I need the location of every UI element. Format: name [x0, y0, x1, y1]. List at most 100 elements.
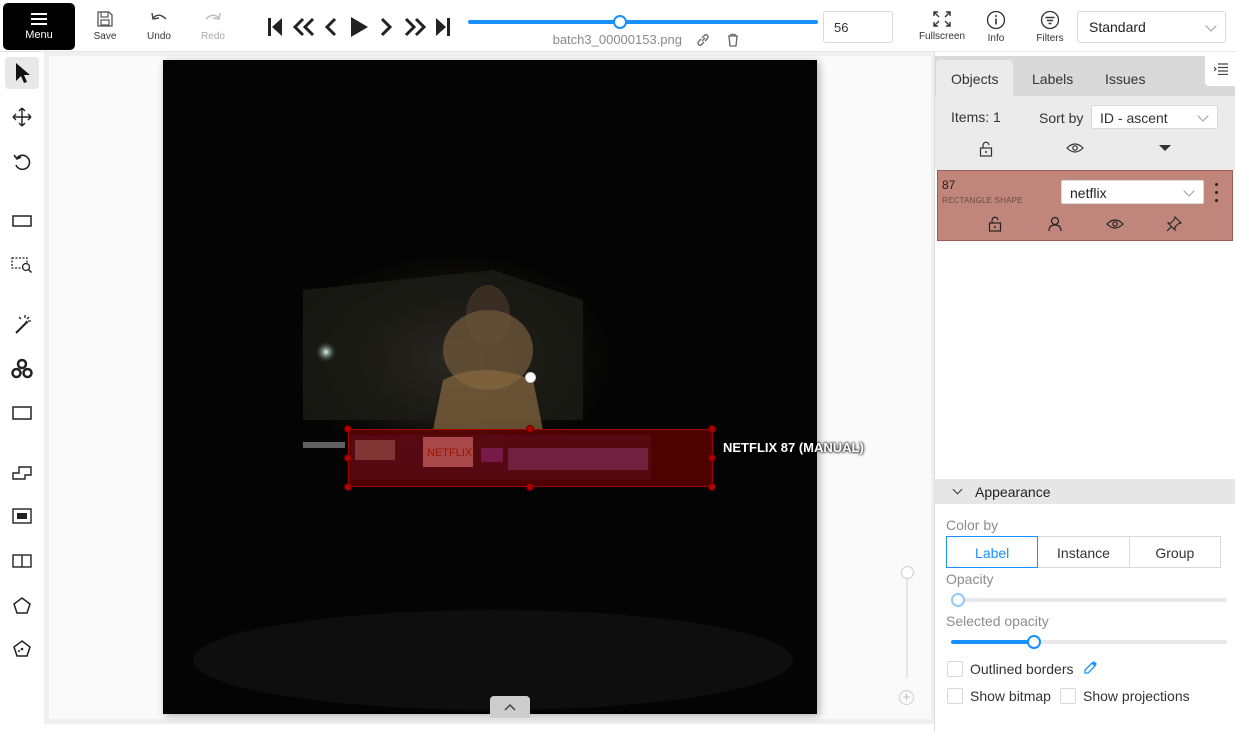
list-collapse-icon [1213, 63, 1228, 75]
outlined-borders-checkbox[interactable] [947, 661, 963, 677]
sort-select-value: ID - ascent [1100, 110, 1168, 126]
show-bitmap-checkbox[interactable] [947, 688, 963, 704]
info-icon [986, 10, 1006, 30]
fast-forward-icon[interactable] [402, 16, 428, 38]
group-tool[interactable] [5, 633, 39, 665]
show-projections-checkbox[interactable] [1060, 688, 1076, 704]
last-frame-icon[interactable] [434, 16, 452, 38]
move-tool[interactable] [5, 101, 39, 133]
first-frame-icon[interactable] [266, 16, 284, 38]
pin-icon[interactable] [1166, 216, 1182, 232]
user-icon[interactable] [1047, 216, 1063, 232]
resize-handle[interactable] [344, 454, 352, 462]
tab-objects[interactable]: Objects [936, 60, 1014, 96]
polygon-tool[interactable] [5, 456, 39, 488]
split-view-icon [12, 554, 32, 568]
tab-issues[interactable]: Issues [1090, 60, 1160, 96]
redo-button[interactable]: Redo [198, 10, 228, 42]
resize-handle[interactable] [708, 454, 716, 462]
play-icon[interactable] [348, 15, 370, 39]
resize-handle[interactable] [344, 425, 352, 433]
info-button[interactable]: Info [980, 10, 1012, 44]
filters-label: Filters [1036, 33, 1064, 44]
merge-tool[interactable] [5, 590, 39, 622]
appearance-header[interactable]: Appearance [935, 479, 1235, 504]
rectangle-icon [12, 406, 32, 420]
cuboid-tool[interactable] [5, 500, 39, 532]
link-icon[interactable] [696, 33, 710, 47]
fast-backward-icon[interactable] [291, 16, 317, 38]
show-projections-label: Show projections [1083, 688, 1190, 704]
cursor-icon [16, 63, 30, 83]
frame-slider-thumb[interactable] [613, 15, 627, 29]
resize-handle[interactable] [344, 483, 352, 491]
undo-icon [151, 12, 167, 20]
polygon-icon [12, 466, 32, 480]
cuboid-icon [12, 508, 32, 524]
unlock-all-icon[interactable] [979, 141, 993, 157]
opacity-label: Opacity [946, 571, 994, 587]
object-type: RECTANGLE SHAPE [942, 196, 1023, 205]
delete-frame-icon[interactable] [726, 33, 740, 47]
tag-tool[interactable] [5, 545, 39, 577]
zoom-slider[interactable] [906, 578, 908, 678]
rotate-tool[interactable] [5, 146, 39, 178]
zoom-region-tool[interactable] [5, 249, 39, 281]
undo-label: Undo [147, 31, 171, 42]
more-options-icon[interactable] [1209, 180, 1223, 204]
fit-image-icon [12, 215, 32, 227]
menu-button[interactable]: Menu [3, 3, 75, 50]
save-icon [97, 11, 113, 27]
rotation-handle[interactable] [525, 372, 536, 383]
color-by-group-option[interactable]: Group [1129, 536, 1221, 568]
opacity-slider-thumb[interactable] [951, 593, 965, 607]
filters-button[interactable]: Filters [1034, 10, 1066, 44]
color-by-label-option[interactable]: Label [946, 536, 1039, 568]
outlined-borders-label: Outlined borders [970, 661, 1074, 677]
chevron-down-icon [1197, 110, 1209, 122]
color-by-instance-option[interactable]: Instance [1038, 536, 1130, 568]
eye-icon[interactable] [1106, 218, 1124, 230]
collapse-toggle-button[interactable] [490, 696, 530, 718]
resize-handle[interactable] [526, 483, 534, 491]
fit-image-tool[interactable] [5, 205, 39, 237]
color-by-group: Label Instance Group [946, 536, 1221, 568]
cursor-tool[interactable] [5, 57, 39, 89]
opacity-slider[interactable] [951, 598, 1227, 602]
resize-handle[interactable] [526, 425, 534, 433]
fullscreen-button[interactable]: Fullscreen [919, 10, 965, 42]
fullscreen-icon [933, 11, 951, 27]
zoom-slider-thumb[interactable] [901, 566, 914, 579]
next-frame-icon[interactable] [378, 16, 394, 38]
object-label-value: netflix [1070, 185, 1107, 201]
frame-number-input[interactable] [823, 11, 893, 43]
unlock-icon[interactable] [988, 216, 1002, 232]
show-bitmap-label: Show bitmap [970, 688, 1051, 704]
opencv-tool[interactable] [5, 353, 39, 385]
resize-handle[interactable] [708, 483, 716, 491]
frame-slider[interactable] [468, 20, 818, 24]
selected-opacity-fill [951, 640, 1034, 644]
workspace-select-value: Standard [1089, 19, 1146, 35]
undo-button[interactable]: Undo [144, 10, 174, 42]
magic-wand-tool[interactable] [5, 308, 39, 340]
frame-image[interactable]: NETFLIX [163, 60, 817, 714]
tab-labels[interactable]: Labels [1017, 60, 1088, 96]
previous-frame-icon[interactable] [323, 16, 339, 38]
sidebar-collapse-button[interactable] [1205, 52, 1236, 86]
save-button[interactable]: Save [90, 10, 120, 42]
selected-opacity-thumb[interactable] [1027, 635, 1041, 649]
workspace-select[interactable]: Standard [1077, 11, 1226, 43]
resize-handle[interactable] [708, 425, 716, 433]
opencv-icon [11, 358, 33, 379]
items-count: Items: 1 [951, 109, 1001, 125]
sort-select[interactable]: ID - ascent [1091, 105, 1218, 129]
rectangle-tool[interactable] [5, 397, 39, 429]
zoom-in-icon[interactable]: + [899, 690, 914, 705]
show-all-icon[interactable] [1066, 142, 1084, 154]
chevron-down-icon [1183, 185, 1195, 197]
expand-all-icon[interactable] [1158, 144, 1172, 152]
object-label-select[interactable]: netflix [1061, 180, 1204, 204]
color-picker-icon[interactable] [1083, 659, 1099, 675]
rectangle-annotation[interactable] [348, 429, 713, 487]
